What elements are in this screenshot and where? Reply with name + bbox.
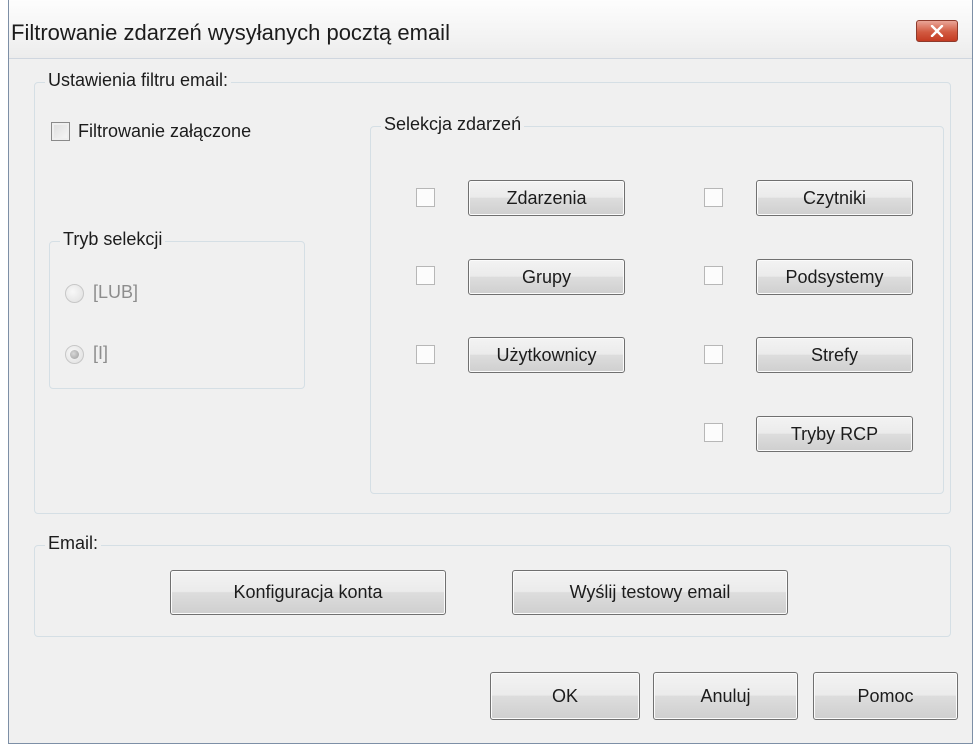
event-selection-label: Selekcja zdarzeń [381, 114, 525, 135]
selection-mode-label: Tryb selekcji [60, 229, 166, 250]
dialog-window: Filtrowanie zdarzeń wysyłanych pocztą em… [8, 0, 973, 744]
radio-and[interactable] [65, 345, 84, 364]
readers-button[interactable]: Czytniki [756, 180, 913, 216]
users-button[interactable]: Użytkownicy [468, 337, 625, 373]
rcp-modes-checkbox[interactable] [704, 423, 723, 442]
help-button[interactable]: Pomoc [813, 672, 958, 720]
window-title: Filtrowanie zdarzeń wysyłanych pocztą em… [11, 20, 450, 45]
subsystems-button[interactable]: Podsystemy [756, 259, 913, 295]
email-group: Email: Konfiguracja konta Wyślij testowy… [34, 533, 951, 637]
radio-or-label[interactable]: [LUB] [93, 282, 138, 303]
filter-enabled-label[interactable]: Filtrowanie załączone [78, 121, 251, 142]
event-selection-group: Selekcja zdarzeń Zdarzenia Czytniki Grup… [370, 114, 944, 494]
readers-checkbox[interactable] [704, 188, 723, 207]
zones-checkbox[interactable] [704, 345, 723, 364]
rcp-modes-button[interactable]: Tryby RCP [756, 416, 913, 452]
events-checkbox[interactable] [416, 188, 435, 207]
selection-mode-group: Tryb selekcji [LUB] [I] [49, 229, 305, 389]
account-config-button[interactable]: Konfiguracja konta [170, 570, 446, 615]
title-bar[interactable]: Filtrowanie zdarzeń wysyłanych pocztą em… [9, 0, 972, 59]
filter-enabled-checkbox[interactable] [51, 122, 70, 141]
filter-settings-group: Ustawienia filtru email: Filtrowanie zał… [34, 70, 951, 514]
ok-button[interactable]: OK [490, 672, 640, 720]
radio-and-dot [70, 350, 79, 359]
filter-settings-label: Ustawienia filtru email: [45, 70, 232, 91]
radio-or[interactable] [65, 284, 84, 303]
groups-checkbox[interactable] [416, 266, 435, 285]
users-checkbox[interactable] [416, 345, 435, 364]
close-icon [930, 25, 944, 37]
radio-and-label[interactable]: [I] [93, 343, 108, 364]
cancel-button[interactable]: Anuluj [653, 672, 798, 720]
email-label: Email: [45, 533, 102, 554]
close-button[interactable] [916, 20, 958, 42]
zones-button[interactable]: Strefy [756, 337, 913, 373]
send-test-email-button[interactable]: Wyślij testowy email [512, 570, 788, 615]
events-button[interactable]: Zdarzenia [468, 180, 625, 216]
subsystems-checkbox[interactable] [704, 266, 723, 285]
groups-button[interactable]: Grupy [468, 259, 625, 295]
